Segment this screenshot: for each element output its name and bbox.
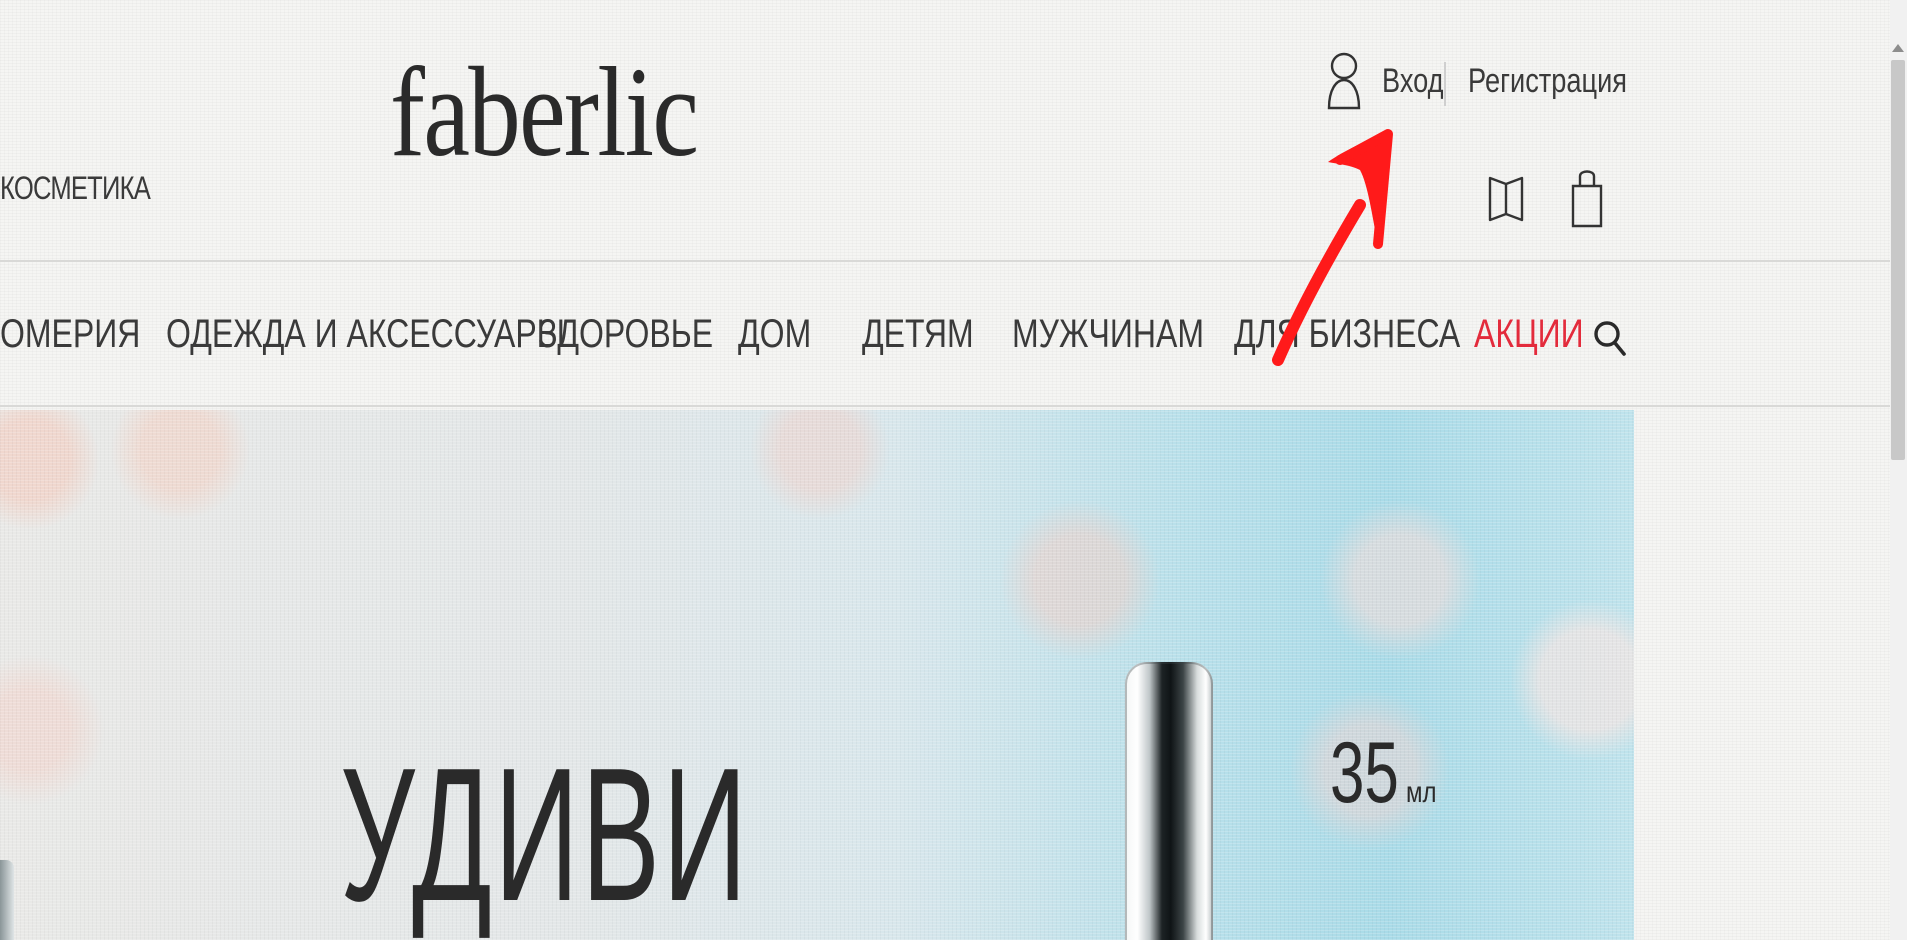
nav-item-clothing[interactable]: ОДЕЖДА И АКСЕССУАРЫ — [166, 312, 565, 357]
brand-logo[interactable]: faberlic — [390, 48, 699, 176]
nav-separator — [0, 405, 1890, 407]
search-icon[interactable] — [1592, 318, 1628, 358]
nav-item-perfumery[interactable]: ОМЕРИЯ — [0, 312, 140, 357]
nav-item-home[interactable]: ДОМ — [738, 312, 811, 357]
volume-number: 35 — [1330, 725, 1399, 821]
nav-item-business[interactable]: ДЛЯ БИЗНЕСА — [1234, 312, 1460, 357]
header-divider — [1444, 62, 1446, 106]
perfume-bottle-cap — [1125, 662, 1213, 940]
book-icon[interactable] — [1486, 170, 1526, 226]
promo-banner[interactable]: УДИВИ 35 мл — [0, 410, 1634, 940]
category-link-cosmetics[interactable]: КОСМЕТИКА — [0, 170, 151, 207]
volume-unit: мл — [1406, 776, 1437, 809]
nav-item-health[interactable]: ЗДОРОВЬЕ — [538, 312, 713, 357]
banner-texture — [0, 410, 1634, 940]
header-separator — [0, 260, 1890, 262]
shopping-bag-icon[interactable] — [1570, 164, 1604, 230]
product-volume: 35 мл — [1330, 725, 1437, 821]
user-icon[interactable] — [1326, 50, 1362, 112]
scrollbar[interactable] — [1890, 0, 1907, 940]
nav-item-kids[interactable]: ДЕТЯМ — [862, 312, 974, 357]
login-link[interactable]: Вход — [1382, 62, 1444, 101]
product-bottle-partial — [0, 860, 14, 940]
scrollbar-thumb[interactable] — [1891, 60, 1905, 460]
nav-item-sale[interactable]: АКЦИИ — [1474, 312, 1584, 357]
page: КОСМЕТИКА faberlic Вход Регистрация ОМЕР… — [0, 0, 1890, 940]
banner-headline: УДИВИ — [340, 729, 750, 940]
nav-item-men[interactable]: МУЖЧИНАМ — [1012, 312, 1204, 357]
scroll-up-arrow-icon[interactable] — [1892, 44, 1904, 52]
register-link[interactable]: Регистрация — [1468, 62, 1627, 101]
